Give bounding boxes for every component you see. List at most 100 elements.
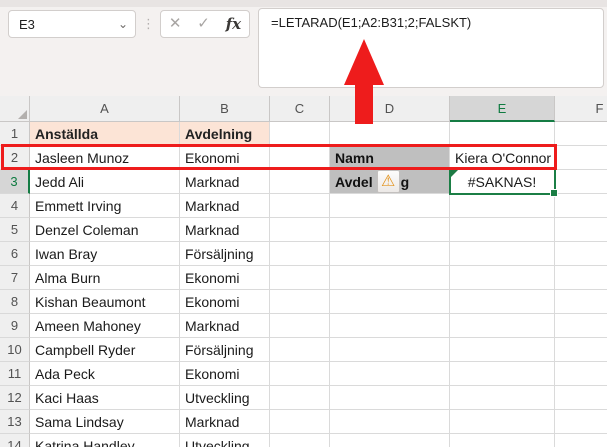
cell-b11[interactable]: Ekonomi: [180, 362, 270, 386]
cell-e4[interactable]: [450, 194, 555, 218]
cell-e7[interactable]: [450, 266, 555, 290]
column-header-f[interactable]: F: [555, 96, 607, 122]
cell-b10[interactable]: Försäljning: [180, 338, 270, 362]
cell-e9[interactable]: [450, 314, 555, 338]
column-header-e[interactable]: E: [450, 96, 555, 122]
cell-a14[interactable]: Katrina Handley: [30, 434, 180, 447]
cell-d4[interactable]: [330, 194, 450, 218]
cell-d12[interactable]: [330, 386, 450, 410]
cell-f3[interactable]: [555, 170, 607, 194]
cell-d7[interactable]: [330, 266, 450, 290]
cell-b3[interactable]: Marknad: [180, 170, 270, 194]
row-header-1[interactable]: 1: [0, 122, 30, 146]
cell-c13[interactable]: [270, 410, 330, 434]
cell-a3[interactable]: Jedd Ali: [30, 170, 180, 194]
insert-function-icon[interactable]: fx: [226, 11, 241, 37]
column-header-a[interactable]: A: [30, 96, 180, 122]
cell-d14[interactable]: [330, 434, 450, 447]
cell-f4[interactable]: [555, 194, 607, 218]
row-header-14[interactable]: 14: [0, 434, 30, 447]
cell-c11[interactable]: [270, 362, 330, 386]
row-header-9[interactable]: 9: [0, 314, 30, 338]
cell-b8[interactable]: Ekonomi: [180, 290, 270, 314]
cell-f14[interactable]: [555, 434, 607, 447]
cell-f7[interactable]: [555, 266, 607, 290]
cell-c10[interactable]: [270, 338, 330, 362]
cell-f11[interactable]: [555, 362, 607, 386]
cell-c4[interactable]: [270, 194, 330, 218]
row-header-10[interactable]: 10: [0, 338, 30, 362]
cell-d11[interactable]: [330, 362, 450, 386]
cell-d8[interactable]: [330, 290, 450, 314]
row-header-4[interactable]: 4: [0, 194, 30, 218]
formula-input[interactable]: =LETARAD(E1;A2:B31;2;FALSKT): [258, 8, 604, 88]
cell-c14[interactable]: [270, 434, 330, 447]
row-header-13[interactable]: 13: [0, 410, 30, 434]
cell-a7[interactable]: Alma Burn: [30, 266, 180, 290]
cell-b9[interactable]: Marknad: [180, 314, 270, 338]
cell-a12[interactable]: Kaci Haas: [30, 386, 180, 410]
cell-f1[interactable]: [555, 122, 607, 146]
row-header-5[interactable]: 5: [0, 218, 30, 242]
cell-d1[interactable]: [330, 122, 450, 146]
cell-f5[interactable]: [555, 218, 607, 242]
cell-a5[interactable]: Denzel Coleman: [30, 218, 180, 242]
cell-a1-anstallda[interactable]: Anställda: [30, 122, 180, 146]
fill-handle[interactable]: [550, 189, 558, 197]
cell-f8[interactable]: [555, 290, 607, 314]
cell-a4[interactable]: Emmett Irving: [30, 194, 180, 218]
drag-grip-icon[interactable]: ⋮: [142, 10, 154, 38]
cell-a11[interactable]: Ada Peck: [30, 362, 180, 386]
cell-e14[interactable]: [450, 434, 555, 447]
column-header-b[interactable]: B: [180, 96, 270, 122]
cell-e12[interactable]: [450, 386, 555, 410]
cancel-icon[interactable]: ✕: [169, 11, 182, 37]
cell-d6[interactable]: [330, 242, 450, 266]
cell-b6[interactable]: Försäljning: [180, 242, 270, 266]
cell-c12[interactable]: [270, 386, 330, 410]
row-header-7[interactable]: 7: [0, 266, 30, 290]
cell-a8[interactable]: Kishan Beaumont: [30, 290, 180, 314]
cell-b14[interactable]: Utveckling: [180, 434, 270, 447]
cell-f10[interactable]: [555, 338, 607, 362]
row-header-3[interactable]: 3: [0, 170, 30, 194]
cell-c9[interactable]: [270, 314, 330, 338]
cell-a13[interactable]: Sama Lindsay: [30, 410, 180, 434]
cell-d10[interactable]: [330, 338, 450, 362]
cell-b1-avdelning[interactable]: Avdelning: [180, 122, 270, 146]
cell-b12[interactable]: Utveckling: [180, 386, 270, 410]
cell-e11[interactable]: [450, 362, 555, 386]
cell-d3-avdelning-label[interactable]: Avdel ⚠ g: [330, 170, 450, 194]
cell-e1[interactable]: [450, 122, 555, 146]
chevron-down-icon[interactable]: ⌄: [111, 11, 135, 37]
cell-b7[interactable]: Ekonomi: [180, 266, 270, 290]
cell-a9[interactable]: Ameen Mahoney: [30, 314, 180, 338]
cell-b4[interactable]: Marknad: [180, 194, 270, 218]
error-trace-button[interactable]: ⚠: [377, 170, 400, 193]
cell-e10[interactable]: [450, 338, 555, 362]
cell-e6[interactable]: [450, 242, 555, 266]
cell-c7[interactable]: [270, 266, 330, 290]
enter-icon[interactable]: ✓: [197, 11, 210, 37]
cell-d9[interactable]: [330, 314, 450, 338]
cell-c8[interactable]: [270, 290, 330, 314]
row-header-11[interactable]: 11: [0, 362, 30, 386]
cell-e5[interactable]: [450, 218, 555, 242]
row-header-8[interactable]: 8: [0, 290, 30, 314]
cell-a10[interactable]: Campbell Ryder: [30, 338, 180, 362]
cell-d13[interactable]: [330, 410, 450, 434]
cell-f13[interactable]: [555, 410, 607, 434]
row-header-6[interactable]: 6: [0, 242, 30, 266]
cell-c3[interactable]: [270, 170, 330, 194]
cell-f12[interactable]: [555, 386, 607, 410]
cell-e13[interactable]: [450, 410, 555, 434]
cell-a6[interactable]: Iwan Bray: [30, 242, 180, 266]
select-all-button[interactable]: [0, 96, 30, 122]
cell-f9[interactable]: [555, 314, 607, 338]
name-box[interactable]: E3 ⌄: [8, 10, 136, 38]
cell-c6[interactable]: [270, 242, 330, 266]
cell-f2[interactable]: [555, 146, 607, 170]
row-header-12[interactable]: 12: [0, 386, 30, 410]
cell-f6[interactable]: [555, 242, 607, 266]
cell-c1[interactable]: [270, 122, 330, 146]
